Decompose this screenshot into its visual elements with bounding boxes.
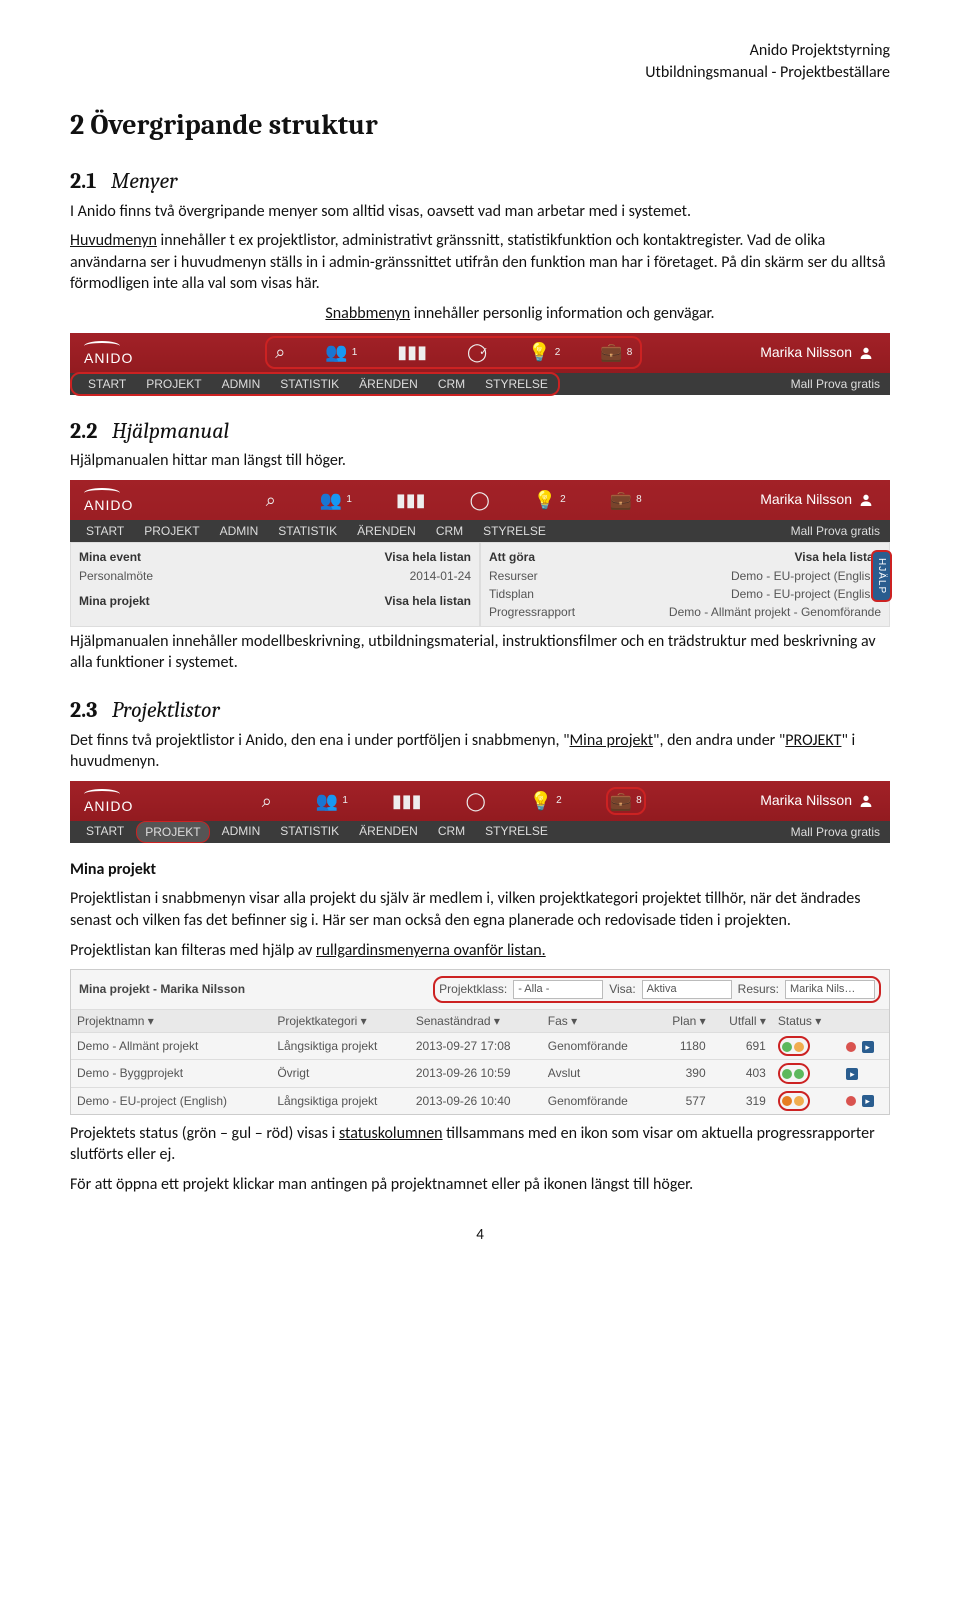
section-2-1-title: 2.1 Menyer (70, 167, 890, 197)
table-row: Demo - Allmänt projekt Långsiktiga proje… (71, 1033, 889, 1060)
menu-styrelse[interactable]: STYRELSE (477, 374, 556, 394)
table-row: Demo - EU-project (English) Långsiktiga … (71, 1087, 889, 1114)
check-icon[interactable]: ◯ (470, 488, 490, 512)
col-projektnamn[interactable]: Projektnamn ▾ (71, 1009, 271, 1032)
project-table: Projektnamn ▾ Projektkategori ▾ Senastän… (71, 1009, 889, 1114)
check-icon[interactable]: ◯✓ (467, 340, 488, 364)
person-icon (858, 345, 874, 361)
section-2-2-title: 2.2 Hjälpmanual (70, 417, 890, 447)
screenshot-anido-help: ANIDO ⌕ 👥1 ▮▮▮ ◯ 💡2 💼8 Marika Nilsson ST… (70, 480, 890, 627)
bulb-icon[interactable]: 💡2 (528, 340, 560, 364)
col-utfall[interactable]: Utfall ▾ (712, 1009, 772, 1032)
main-menu: START PROJEKT ADMIN STATISTIK ÄRENDEN CR… (70, 372, 560, 396)
open-project-icon[interactable]: ▸ (862, 1041, 874, 1053)
page-number: 4 (70, 1225, 890, 1245)
panel-title: Mina projekt - Marika Nilsson (79, 981, 423, 997)
menu-projekt-highlight[interactable]: PROJEKT (136, 821, 209, 843)
visa-hela-link[interactable]: Visa hela listan (385, 549, 472, 565)
menu-admin[interactable]: ADMIN (214, 374, 269, 394)
para: Snabbmenyn innehåller personlig informat… (150, 303, 890, 325)
screenshot-anido-menu: ANIDO ⌕ 👥1 ▮▮▮ ◯✓ 💡2 💼8 Marika Nilsson S… (70, 333, 890, 395)
briefcase-icon[interactable]: 💼8 (610, 488, 642, 512)
para: I Anido finns två övergripande menyer so… (70, 201, 890, 223)
warn-icon (846, 1042, 856, 1052)
filter-visa[interactable]: Aktiva (642, 980, 732, 999)
col-projektkategori[interactable]: Projektkategori ▾ (271, 1009, 410, 1032)
section-2-title: 2 Övergripande struktur (70, 107, 890, 145)
project-link[interactable]: Demo - Byggprojekt (71, 1060, 271, 1087)
subheading: Mina projekt (70, 859, 890, 881)
briefcase-highlight-icon[interactable]: 💼8 (606, 787, 646, 815)
filter-group: Projektklass: - Alla - Visa: Aktiva Resu… (433, 976, 881, 1003)
screenshot-anido-projekt: ANIDO ⌕ 👥1 ▮▮▮ ◯ 💡2 💼8 Marika Nilsson ST… (70, 781, 890, 843)
table-row: Demo - Byggprojekt Övrigt 2013-09-26 10:… (71, 1060, 889, 1087)
menu-statistik[interactable]: STATISTIK (272, 374, 347, 394)
anido-logo: ANIDO (70, 337, 147, 368)
help-tab[interactable]: HJÄLP (871, 550, 893, 602)
filter-projektklass[interactable]: - Alla - (513, 980, 603, 999)
para: Hjälpmanualen hittar man längst till hög… (70, 450, 890, 472)
menu-crm[interactable]: CRM (430, 374, 473, 394)
briefcase-icon[interactable]: 💼8 (600, 340, 632, 364)
project-link[interactable]: Demo - Allmänt projekt (71, 1033, 271, 1060)
col-senastandrad[interactable]: Senaständrad ▾ (410, 1009, 542, 1032)
para: Projektets status (grön – gul – röd) vis… (70, 1123, 890, 1166)
bulb-icon[interactable]: 💡2 (534, 488, 566, 512)
user-menu[interactable]: Marika Nilsson (760, 343, 890, 362)
para: Hjälpmanualen innehåller modellbeskrivni… (70, 631, 890, 674)
people-icon[interactable]: 👥1 (320, 488, 352, 512)
menu-projekt[interactable]: PROJEKT (138, 374, 209, 394)
menu-arenden[interactable]: ÄRENDEN (351, 374, 426, 394)
doc-header: Anido Projektstyrning Utbildningsmanual … (70, 40, 890, 83)
filter-resurs[interactable]: Marika Nils… (785, 980, 875, 999)
col-fas[interactable]: Fas ▾ (542, 1009, 656, 1032)
col-plan[interactable]: Plan ▾ (656, 1009, 712, 1032)
project-link[interactable]: Demo - EU-project (English) (71, 1087, 271, 1114)
menu-right[interactable]: Mall Prova gratis (791, 376, 890, 392)
para: Projektlistan i snabbmenyn visar alla pr… (70, 888, 890, 931)
col-status[interactable]: Status ▾ (772, 1009, 840, 1032)
open-project-icon[interactable]: ▸ (846, 1068, 858, 1080)
search-icon[interactable]: ⌕ (266, 488, 276, 512)
open-project-icon[interactable]: ▸ (862, 1095, 874, 1107)
section-2-3-title: 2.3 Projektlistor (70, 696, 890, 726)
screenshot-project-list: Mina projekt - Marika Nilsson Projektkla… (70, 969, 890, 1115)
para: Huvudmenyn innehåller t ex projektlistor… (70, 230, 890, 295)
menu-start[interactable]: START (80, 374, 134, 394)
para: Projektlistan kan filteras med hjälp av … (70, 940, 890, 962)
people-icon[interactable]: 👥1 (325, 340, 357, 364)
chart-icon[interactable]: ▮▮▮ (397, 340, 427, 364)
para: För att öppna ett projekt klickar man an… (70, 1174, 890, 1196)
search-icon[interactable]: ⌕ (275, 340, 285, 364)
warn-icon (846, 1096, 856, 1106)
para: Det finns två projektlistor i Anido, den… (70, 730, 890, 773)
chart-icon[interactable]: ▮▮▮ (396, 488, 426, 512)
